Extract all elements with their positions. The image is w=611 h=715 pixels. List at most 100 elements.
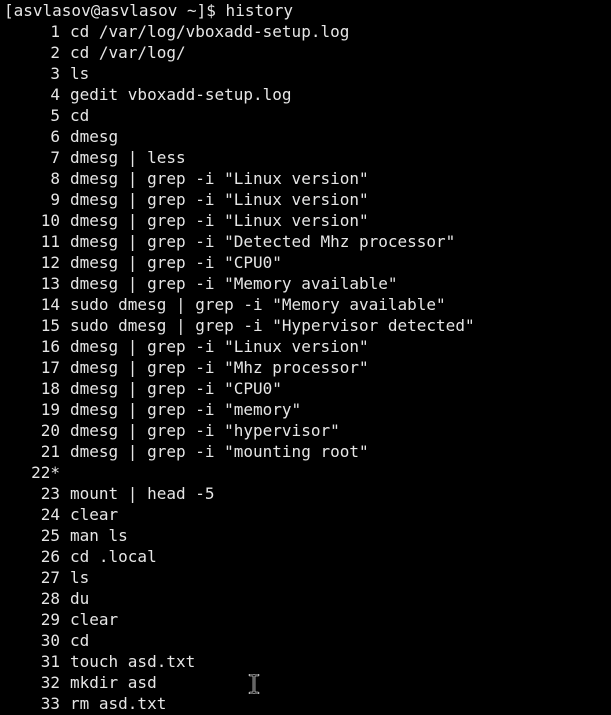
history-entry-command: dmesg | grep -i "Linux version"	[70, 337, 369, 356]
history-entry-command: dmesg	[70, 127, 119, 146]
history-entry: 31 touch asd.txt	[4, 651, 611, 672]
history-entry: 13 dmesg | grep -i "Memory available"	[4, 273, 611, 294]
history-entry: 30 cd	[4, 630, 611, 651]
history-entry-command: dmesg | grep -i "hypervisor"	[70, 421, 340, 440]
history-entry: 18 dmesg | grep -i "CPU0"	[4, 378, 611, 399]
history-entry: 25 man ls	[4, 525, 611, 546]
history-entry: 6 dmesg	[4, 126, 611, 147]
history-entry: 12 dmesg | grep -i "CPU0"	[4, 252, 611, 273]
history-entry: 15 sudo dmesg | grep -i "Hypervisor detec…	[4, 315, 611, 336]
history-entry-command: dmesg | grep -i "Linux version"	[70, 211, 369, 230]
history-entry-number: 26	[40, 547, 60, 566]
history-entry: 23 mount | head -5	[4, 483, 611, 504]
history-entry-number: 11	[40, 232, 60, 251]
history-entry: 21 dmesg | grep -i "mounting root"	[4, 441, 611, 462]
history-entry-number: 13	[40, 274, 60, 293]
history-entry-command: man ls	[70, 526, 128, 545]
prompt-line: [asvlasov@asvlasov ~]$ history	[4, 1, 293, 20]
history-entry-command: clear	[70, 610, 119, 629]
history-entry: 2 cd /var/log/	[4, 42, 611, 63]
history-entry-command: rm asd.txt	[70, 694, 167, 713]
history-entry-number: 10	[40, 211, 60, 230]
history-entry: 17 dmesg | grep -i "Mhz processor"	[4, 357, 611, 378]
history-entry-number: 29	[40, 610, 60, 629]
history-output: 1 cd /var/log/vboxadd-setup.log 2 cd /var/l…	[4, 21, 611, 714]
history-entry-number: 33	[40, 694, 60, 713]
history-entry-command: gedit vboxadd-setup.log	[70, 85, 292, 104]
history-entry-command: dmesg | grep -i "Memory available"	[70, 274, 398, 293]
history-entry: 20 dmesg | grep -i "hypervisor"	[4, 420, 611, 441]
history-entry-command: clear	[70, 505, 119, 524]
history-entry-command: cd /var/log/vboxadd-setup.log	[70, 22, 350, 41]
history-entry: 1 cd /var/log/vboxadd-setup.log	[4, 21, 611, 42]
history-entry-command: mkdir asd	[70, 673, 157, 692]
history-entry: 19 dmesg | grep -i "memory"	[4, 399, 611, 420]
history-entry-command: cd /var/log/	[70, 43, 186, 62]
history-entry: 7 dmesg | less	[4, 147, 611, 168]
history-entry-command: touch asd.txt	[70, 652, 196, 671]
history-entry: 33 rm asd.txt	[4, 693, 611, 714]
history-entry-number: 12	[40, 253, 60, 272]
history-entry-number: 23	[40, 484, 60, 503]
history-entry-number: 32	[40, 673, 60, 692]
history-entry-number: 14	[40, 295, 60, 314]
history-entry-number: 2	[50, 43, 60, 62]
history-entry: 29 clear	[4, 609, 611, 630]
history-entry: 11 dmesg | grep -i "Detected Mhz processo…	[4, 231, 611, 252]
history-entry: 3 ls	[4, 63, 611, 84]
history-entry-command: sudo dmesg | grep -i "Hypervisor detecte…	[70, 316, 475, 335]
history-entry: 24 clear	[4, 504, 611, 525]
history-entry-command: dmesg | grep -i "Linux version"	[70, 169, 369, 188]
history-entry-number: 4	[50, 85, 60, 104]
history-entry-number: 8	[50, 169, 60, 188]
history-entry-command: du	[70, 589, 90, 608]
history-entry-number: 24	[40, 505, 60, 524]
history-entry-number: 21	[40, 442, 60, 461]
history-entry-number: 25	[40, 526, 60, 545]
history-entry-number: 18	[40, 379, 60, 398]
history-entry-number: 1	[50, 22, 60, 41]
history-entry-command: sudo dmesg | grep -i "Memory available"	[70, 295, 446, 314]
history-entry: 32 mkdir asd	[4, 672, 611, 693]
history-entry-number: 17	[40, 358, 60, 377]
history-entry-command: cd	[70, 631, 90, 650]
history-entry-number: 22*	[31, 463, 60, 482]
history-entry-number: 5	[50, 106, 60, 125]
history-entry-number: 20	[40, 421, 60, 440]
history-entry-command: dmesg | grep -i "memory"	[70, 400, 302, 419]
history-entry: 9 dmesg | grep -i "Linux version"	[4, 189, 611, 210]
history-entry: 14 sudo dmesg | grep -i "Memory available…	[4, 294, 611, 315]
history-entry-command: mount | head -5	[70, 484, 215, 503]
history-entry: 5 cd	[4, 105, 611, 126]
terminal-window[interactable]: [asvlasov@asvlasov ~]$ history 1 cd /var/…	[0, 0, 611, 715]
history-entry-number: 15	[40, 316, 60, 335]
history-entry-number: 31	[40, 652, 60, 671]
history-entry: 27 ls	[4, 567, 611, 588]
history-entry-command: dmesg | grep -i "Linux version"	[70, 190, 369, 209]
history-entry-command: dmesg | grep -i "CPU0"	[70, 379, 282, 398]
history-entry: 8 dmesg | grep -i "Linux version"	[4, 168, 611, 189]
history-entry: 4 gedit vboxadd-setup.log	[4, 84, 611, 105]
history-entry-command: cd	[70, 106, 90, 125]
history-entry-number: 19	[40, 400, 60, 419]
history-entry-number: 28	[40, 589, 60, 608]
history-entry: 22*	[4, 462, 611, 483]
history-entry-number: 16	[40, 337, 60, 356]
history-entry-number: 30	[40, 631, 60, 650]
history-entry: 28 du	[4, 588, 611, 609]
text-ibeam-cursor-icon	[248, 674, 260, 694]
history-entry-command: ls	[70, 568, 90, 587]
history-entry: 26 cd .local	[4, 546, 611, 567]
history-entry-number: 6	[50, 127, 60, 146]
history-entry-number: 3	[50, 64, 60, 83]
history-entry-command: dmesg | grep -i "mounting root"	[70, 442, 369, 461]
history-entry-command: dmesg | grep -i "CPU0"	[70, 253, 282, 272]
history-entry-command: cd .local	[70, 547, 157, 566]
history-entry-command: dmesg | grep -i "Mhz processor"	[70, 358, 369, 377]
history-entry-number: 27	[40, 568, 60, 587]
history-entry-command: dmesg | less	[70, 148, 186, 167]
history-entry-command: dmesg | grep -i "Detected Mhz processor"	[70, 232, 456, 251]
history-entry-number: 9	[50, 190, 60, 209]
history-entry-command: ls	[70, 64, 90, 83]
history-entry: 10 dmesg | grep -i "Linux version"	[4, 210, 611, 231]
